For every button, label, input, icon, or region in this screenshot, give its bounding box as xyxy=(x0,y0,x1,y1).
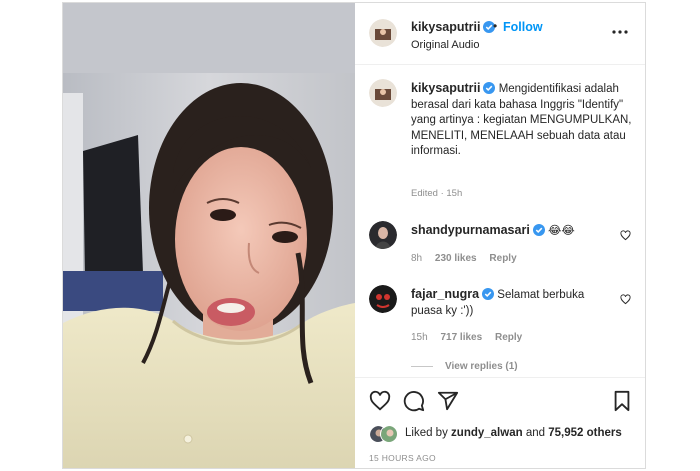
caption-text: kikysaputrii Mengidentifikasi adalah ber… xyxy=(411,81,635,160)
comment-body: 😂😂 xyxy=(548,225,575,237)
author-avatar[interactable] xyxy=(369,19,397,47)
post-modal: kikysaputrii • Follow Original Audio kik… xyxy=(62,2,646,469)
post-sidebar: kikysaputrii • Follow Original Audio kik… xyxy=(355,3,645,468)
likes-summary: Liked by zundy_alwan and 75,952 others xyxy=(405,427,622,439)
audio-label[interactable]: Original Audio xyxy=(411,39,480,51)
post-header: kikysaputrii • Follow Original Audio xyxy=(355,3,645,65)
caption-meta: Edited · 15h xyxy=(411,188,463,199)
view-replies-label: View replies (1) xyxy=(445,361,518,372)
liked-by-others[interactable]: 75,952 others xyxy=(548,427,622,439)
comment-item: shandypurnamasari 😂😂 8h 230 likes Reply xyxy=(355,221,645,281)
video-frame-image xyxy=(63,3,355,468)
caption-username[interactable]: kikysaputrii xyxy=(411,81,480,95)
video-player[interactable] xyxy=(63,3,355,468)
comment-likes[interactable]: 230 likes xyxy=(435,253,477,264)
comment-item: fajar_nugra Selamat berbuka puasa ky :')… xyxy=(355,285,645,345)
comment-text: fajar_nugra Selamat berbuka puasa ky :')… xyxy=(411,287,611,319)
liker-avatar xyxy=(380,425,398,443)
comment-text: shandypurnamasari 😂😂 xyxy=(411,223,611,240)
reply-button[interactable]: Reply xyxy=(495,332,522,343)
commenter-avatar[interactable] xyxy=(369,285,397,313)
more-options-icon[interactable] xyxy=(611,25,629,39)
heart-icon[interactable] xyxy=(620,294,631,305)
separator-dot: • xyxy=(493,19,498,33)
verified-badge-icon xyxy=(532,224,545,236)
action-bar xyxy=(355,377,645,423)
liked-by-and: and xyxy=(525,427,546,439)
comment-meta: 15h 717 likes Reply xyxy=(411,332,532,343)
comment-time: 15h xyxy=(411,332,428,343)
author-username[interactable]: kikysaputrii xyxy=(411,20,496,34)
commenter-username[interactable]: shandypurnamasari xyxy=(411,223,530,237)
verified-badge-icon xyxy=(483,82,496,94)
reply-divider xyxy=(411,365,433,367)
bookmark-icon[interactable] xyxy=(611,390,633,412)
commenter-avatar[interactable] xyxy=(369,221,397,249)
commenter-username[interactable]: fajar_nugra xyxy=(411,287,479,301)
follow-button[interactable]: Follow xyxy=(503,20,543,34)
heart-icon[interactable] xyxy=(620,230,631,241)
liked-by-user[interactable]: zundy_alwan xyxy=(451,427,523,439)
view-replies-button[interactable]: View replies (1) xyxy=(411,361,518,372)
comment-time: 8h xyxy=(411,253,423,264)
verified-badge-icon xyxy=(482,288,495,300)
reply-button[interactable]: Reply xyxy=(489,253,516,264)
heart-icon[interactable] xyxy=(369,390,391,412)
comment-likes[interactable]: 717 likes xyxy=(440,332,482,343)
comment-meta: 8h 230 likes Reply xyxy=(411,253,527,264)
liked-by-prefix: Liked by xyxy=(405,427,448,439)
comment-icon[interactable] xyxy=(403,390,425,412)
caption-avatar[interactable] xyxy=(369,79,397,107)
share-icon[interactable] xyxy=(437,390,459,412)
post-timestamp[interactable]: 15 HOURS AGO xyxy=(369,453,436,463)
liked-by: Liked by zundy_alwan and 75,952 others xyxy=(369,423,639,445)
